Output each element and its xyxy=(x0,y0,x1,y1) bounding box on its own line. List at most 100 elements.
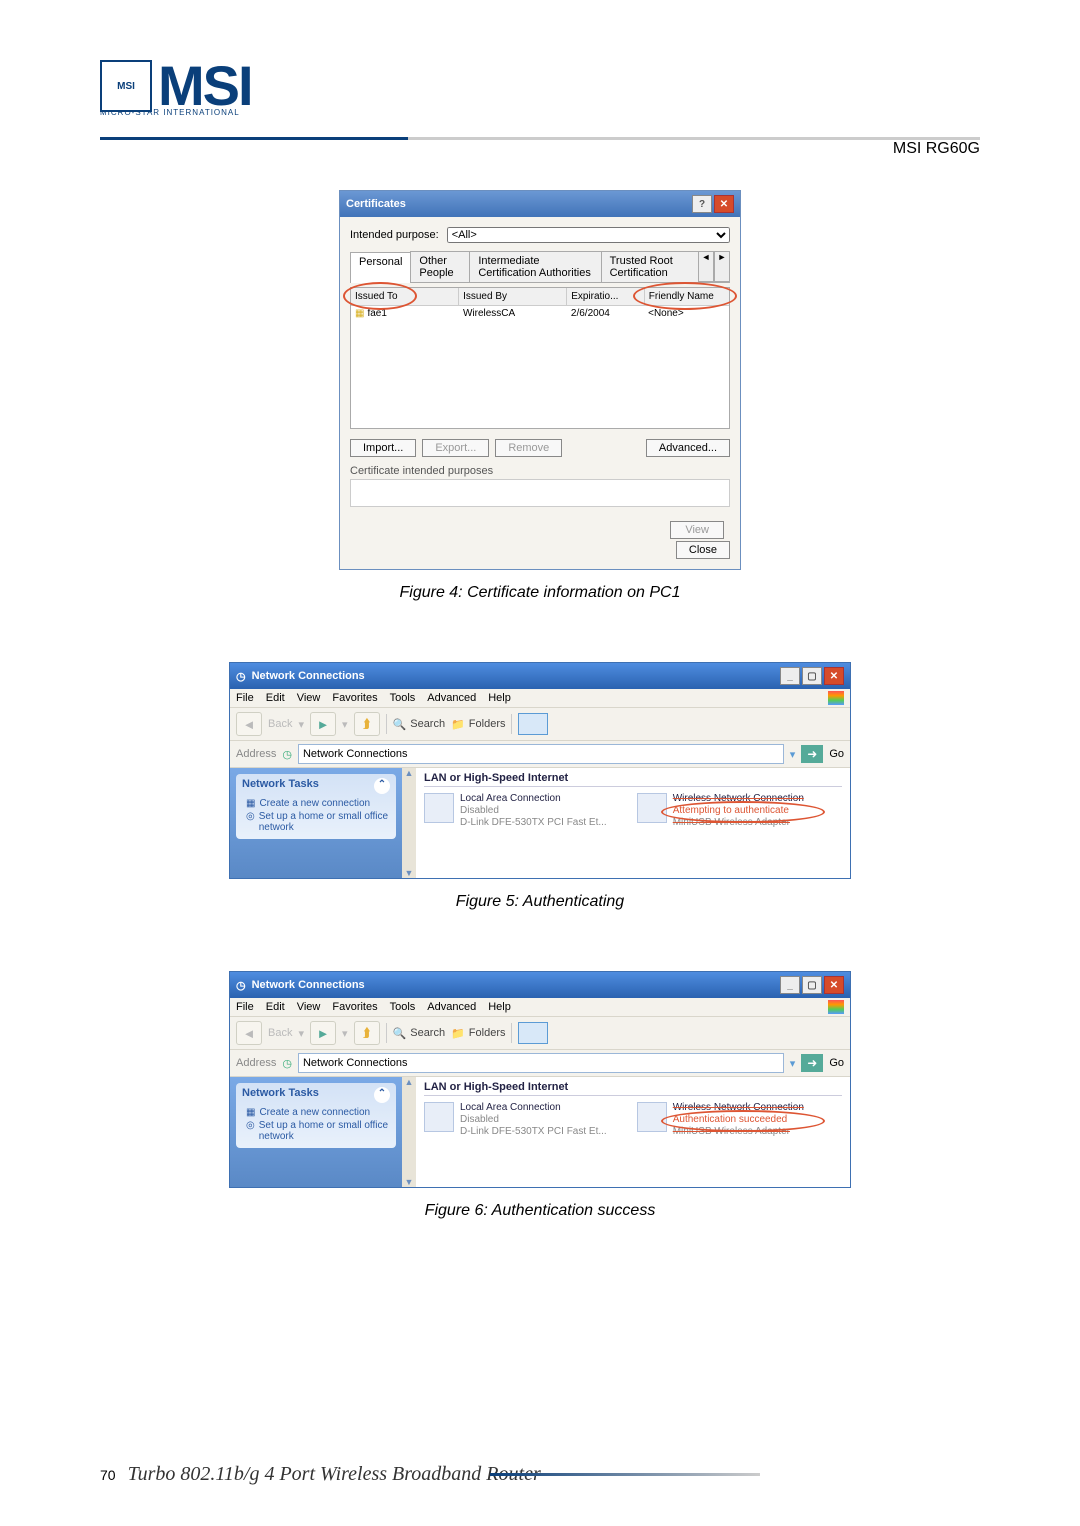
close-button[interactable]: Close xyxy=(676,541,730,559)
folders-label: Folders xyxy=(469,718,506,730)
back-button[interactable]: ◄ xyxy=(236,712,262,736)
col-issued-by[interactable]: Issued By xyxy=(459,288,567,305)
view-button[interactable]: View xyxy=(670,521,724,539)
menu-file[interactable]: File xyxy=(236,1001,254,1013)
menu-help[interactable]: Help xyxy=(488,692,511,704)
menu-view[interactable]: View xyxy=(297,1001,321,1013)
network-connections-window-2: ◷ Network Connections _ ▢ ✕ File Edit Vi… xyxy=(229,971,851,1188)
back-button[interactable]: ◄ xyxy=(236,1021,262,1045)
conn-name: Local Area Connection xyxy=(460,1102,607,1114)
menu-tools[interactable]: Tools xyxy=(390,1001,416,1013)
scroll-up-icon[interactable]: ▲ xyxy=(405,768,414,778)
cell-expiration: 2/6/2004 xyxy=(567,308,644,319)
address-input[interactable] xyxy=(298,1053,784,1073)
menu-view[interactable]: View xyxy=(297,692,321,704)
certificate-intended-purposes-label: Certificate intended purposes xyxy=(350,465,730,477)
back-dropdown-icon[interactable]: ▾ xyxy=(298,1027,304,1040)
go-label: Go xyxy=(829,1057,844,1069)
folders-icon[interactable]: 📁 xyxy=(451,718,465,731)
import-button[interactable]: Import... xyxy=(350,439,416,457)
wireless-connection[interactable]: Wireless Network Connection Authenticati… xyxy=(637,1102,804,1138)
local-area-connection[interactable]: Local Area Connection Disabled D-Link DF… xyxy=(424,1102,607,1138)
go-button-icon[interactable]: ➜ xyxy=(801,1054,823,1072)
scroll-down-icon[interactable]: ▼ xyxy=(405,1177,414,1187)
tab-personal[interactable]: Personal xyxy=(350,252,411,283)
menu-edit[interactable]: Edit xyxy=(266,692,285,704)
collapse-icon[interactable]: ⌃ xyxy=(374,1087,390,1103)
logo-text: MSI xyxy=(158,61,252,111)
go-button-icon[interactable]: ➜ xyxy=(801,745,823,763)
menu-edit[interactable]: Edit xyxy=(266,1001,285,1013)
menu-advanced[interactable]: Advanced xyxy=(427,692,476,704)
scroll-down-icon[interactable]: ▼ xyxy=(405,868,414,878)
page-title: MSI RG60G xyxy=(893,140,980,158)
export-button[interactable]: Export... xyxy=(422,439,489,457)
advanced-button[interactable]: Advanced... xyxy=(646,439,730,457)
help-icon[interactable]: ? xyxy=(692,195,712,213)
menu-file[interactable]: File xyxy=(236,692,254,704)
search-icon[interactable]: 🔍 xyxy=(393,718,407,731)
footer-text: Turbo 802.11b/g 4 Port Wireless Broadban… xyxy=(128,1463,541,1486)
up-button[interactable]: ⮭ xyxy=(354,712,380,736)
certificate-list[interactable]: Issued To Issued By Expiratio... Friendl… xyxy=(350,287,730,429)
address-dropdown-icon[interactable]: ▾ xyxy=(790,748,796,761)
menu-help[interactable]: Help xyxy=(488,1001,511,1013)
address-dropdown-icon[interactable]: ▾ xyxy=(790,1057,796,1070)
back-label: Back xyxy=(268,718,292,730)
folders-icon[interactable]: 📁 xyxy=(451,1027,465,1040)
task-create-connection[interactable]: ▦Create a new connection xyxy=(246,1107,390,1118)
windows-flag-icon xyxy=(828,691,844,705)
collapse-icon[interactable]: ⌃ xyxy=(374,778,390,794)
nc-title-text: Network Connections xyxy=(252,979,365,991)
scroll-up-icon[interactable]: ▲ xyxy=(405,1077,414,1087)
maximize-icon[interactable]: ▢ xyxy=(802,976,822,994)
menu-favorites[interactable]: Favorites xyxy=(332,1001,377,1013)
logo-badge-icon: MSI xyxy=(100,60,152,112)
tab-intermediate-ca[interactable]: Intermediate Certification Authorities xyxy=(469,251,601,282)
close-icon[interactable]: ✕ xyxy=(824,667,844,685)
minimize-icon[interactable]: _ xyxy=(780,976,800,994)
back-dropdown-icon[interactable]: ▾ xyxy=(298,718,304,731)
task-create-connection[interactable]: ▦Create a new connection xyxy=(246,798,390,809)
nc-title-icon: ◷ xyxy=(236,979,246,992)
local-area-connection[interactable]: Local Area Connection Disabled D-Link DF… xyxy=(424,793,607,829)
forward-button[interactable]: ► xyxy=(310,712,336,736)
forward-dropdown-icon[interactable]: ▾ xyxy=(342,1027,348,1040)
menu-favorites[interactable]: Favorites xyxy=(332,692,377,704)
forward-dropdown-icon[interactable]: ▾ xyxy=(342,718,348,731)
wifi-icon xyxy=(637,793,667,823)
tab-scroll-right-icon[interactable]: ► xyxy=(714,251,730,282)
tab-trusted-root[interactable]: Trusted Root Certification xyxy=(601,251,699,282)
search-icon[interactable]: 🔍 xyxy=(393,1027,407,1040)
conn-status: Disabled xyxy=(460,805,607,817)
annotation-circle-status xyxy=(661,1110,825,1132)
maximize-icon[interactable]: ▢ xyxy=(802,667,822,685)
remove-button[interactable]: Remove xyxy=(495,439,562,457)
address-input[interactable] xyxy=(298,744,784,764)
task-icon: ◎ xyxy=(246,1120,255,1142)
menu-tools[interactable]: Tools xyxy=(390,692,416,704)
task-setup-network[interactable]: ◎Set up a home or small office network xyxy=(246,1120,390,1142)
nc-main-pane: LAN or High-Speed Internet Local Area Co… xyxy=(416,768,850,878)
intended-purpose-label: Intended purpose: xyxy=(350,229,439,241)
tab-scroll-left-icon[interactable]: ◄ xyxy=(698,251,714,282)
figure-4-caption: Figure 4: Certificate information on PC1 xyxy=(100,584,980,602)
address-label: Address xyxy=(236,748,276,760)
up-button[interactable]: ⮭ xyxy=(354,1021,380,1045)
toolbar-separator xyxy=(386,1023,387,1043)
nc-addressbar: Address ◷ ▾ ➜ Go xyxy=(230,1050,850,1077)
minimize-icon[interactable]: _ xyxy=(780,667,800,685)
nc-toolbar: ◄ Back ▾ ► ▾ ⮭ 🔍 Search 📁 Folders xyxy=(230,1017,850,1050)
view-mode-button[interactable] xyxy=(518,713,548,735)
close-icon[interactable]: ✕ xyxy=(714,195,734,213)
menu-advanced[interactable]: Advanced xyxy=(427,1001,476,1013)
tab-other-people[interactable]: Other People xyxy=(410,251,470,282)
forward-button[interactable]: ► xyxy=(310,1021,336,1045)
wireless-connection[interactable]: Wireless Network Connection Attempting t… xyxy=(637,793,804,829)
task-setup-network[interactable]: ◎Set up a home or small office network xyxy=(246,811,390,833)
view-mode-button[interactable] xyxy=(518,1022,548,1044)
network-tasks-panel: Network Tasks ⌃ ▦Create a new connection… xyxy=(236,774,396,839)
close-icon[interactable]: ✕ xyxy=(824,976,844,994)
intended-purpose-select[interactable]: <All> xyxy=(447,227,730,243)
figure-5-caption: Figure 5: Authenticating xyxy=(100,893,980,911)
